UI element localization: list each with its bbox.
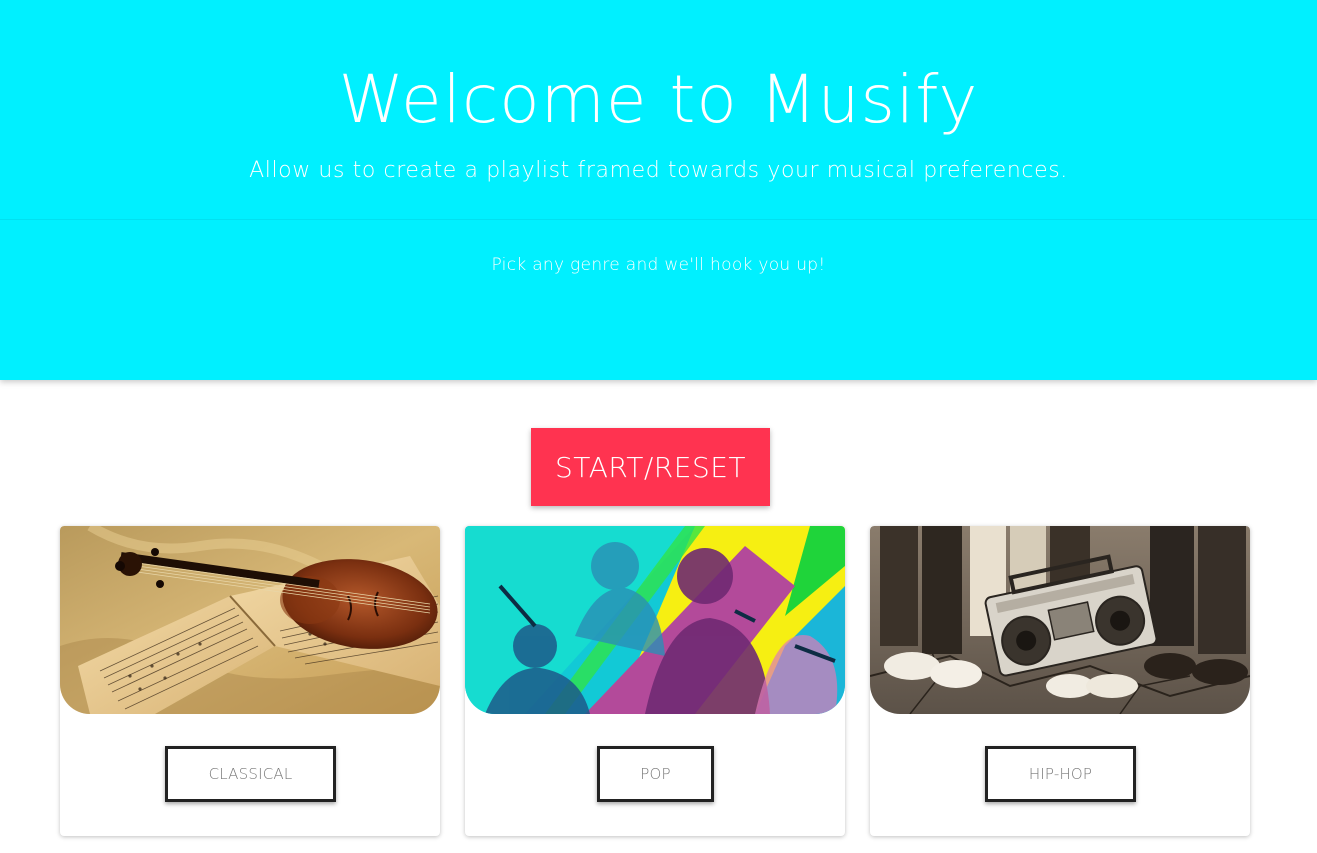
boombox-and-sneakers-image: [870, 526, 1250, 714]
genre-button-classical[interactable]: CLASSICAL: [165, 746, 336, 802]
page-title: Welcome to Musify: [338, 61, 979, 138]
violin-and-sheet-music-image: [60, 526, 440, 714]
start-reset-button[interactable]: START/RESET: [531, 428, 770, 506]
hero-divider: [0, 219, 1317, 220]
pop-artists-collage-image: [465, 526, 845, 714]
genre-card-pop: POP: [465, 526, 845, 836]
genre-button-pop[interactable]: POP: [597, 746, 714, 802]
genre-button-hip-hop[interactable]: HIP-HOP: [985, 746, 1136, 802]
hero-banner: Welcome to Musify Allow us to create a p…: [0, 0, 1317, 380]
hero-tagline: Pick any genre and we'll hook you up!: [491, 255, 826, 275]
genre-card-hip-hop: HIP-HOP: [870, 526, 1250, 836]
genre-card-classical: CLASSICAL: [60, 526, 440, 836]
hero-subtitle: Allow us to create a playlist framed tow…: [249, 158, 1068, 183]
